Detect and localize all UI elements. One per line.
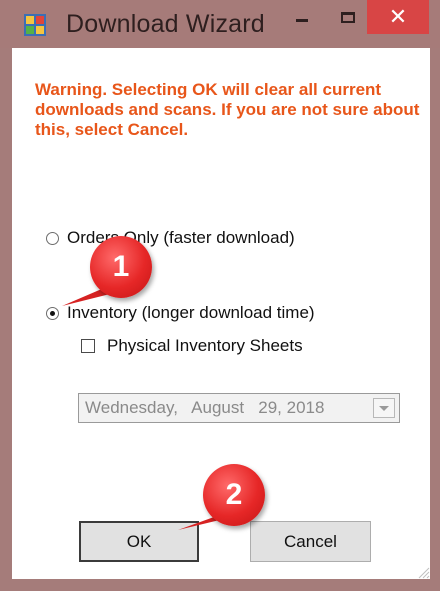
date-picker[interactable]: Wednesday, August 29, 2018 — [78, 393, 400, 423]
minimize-button[interactable] — [282, 0, 322, 34]
minimize-icon — [296, 18, 308, 22]
close-button[interactable]: ✕ — [367, 0, 429, 34]
radio-inventory-label: Inventory (longer download time) — [67, 303, 315, 322]
radio-inventory[interactable]: Inventory (longer download time) — [46, 303, 315, 323]
cancel-button[interactable]: Cancel — [250, 521, 371, 562]
radio-inventory-indicator[interactable] — [46, 306, 59, 320]
warning-message: Warning. Selecting OK will clear all cur… — [35, 80, 420, 139]
ok-button[interactable]: OK — [79, 521, 199, 562]
resize-grip-icon[interactable] — [416, 565, 430, 579]
physical-inventory-sheets-checkbox[interactable]: Physical Inventory Sheets — [81, 336, 303, 356]
callout-badge-2: 2 — [203, 464, 265, 526]
callout-badge-1: 1 — [90, 236, 152, 298]
maximize-icon — [341, 11, 355, 23]
physical-inventory-sheets-label: Physical Inventory Sheets — [107, 336, 303, 355]
date-picker-value: Wednesday, August 29, 2018 — [85, 398, 325, 417]
title-bar[interactable]: Download Wizard ✕ — [0, 0, 440, 48]
window-title: Download Wizard — [66, 10, 265, 38]
radio-orders-only[interactable]: Orders Only (faster download) — [46, 228, 295, 248]
date-picker-dropdown-button[interactable] — [373, 398, 395, 418]
radio-orders-only-indicator[interactable] — [46, 231, 59, 245]
chevron-down-icon — [379, 405, 389, 411]
close-icon: ✕ — [388, 4, 408, 29]
app-grid-icon — [24, 14, 46, 36]
maximize-button[interactable] — [328, 0, 368, 34]
checkbox-box[interactable] — [81, 339, 95, 353]
